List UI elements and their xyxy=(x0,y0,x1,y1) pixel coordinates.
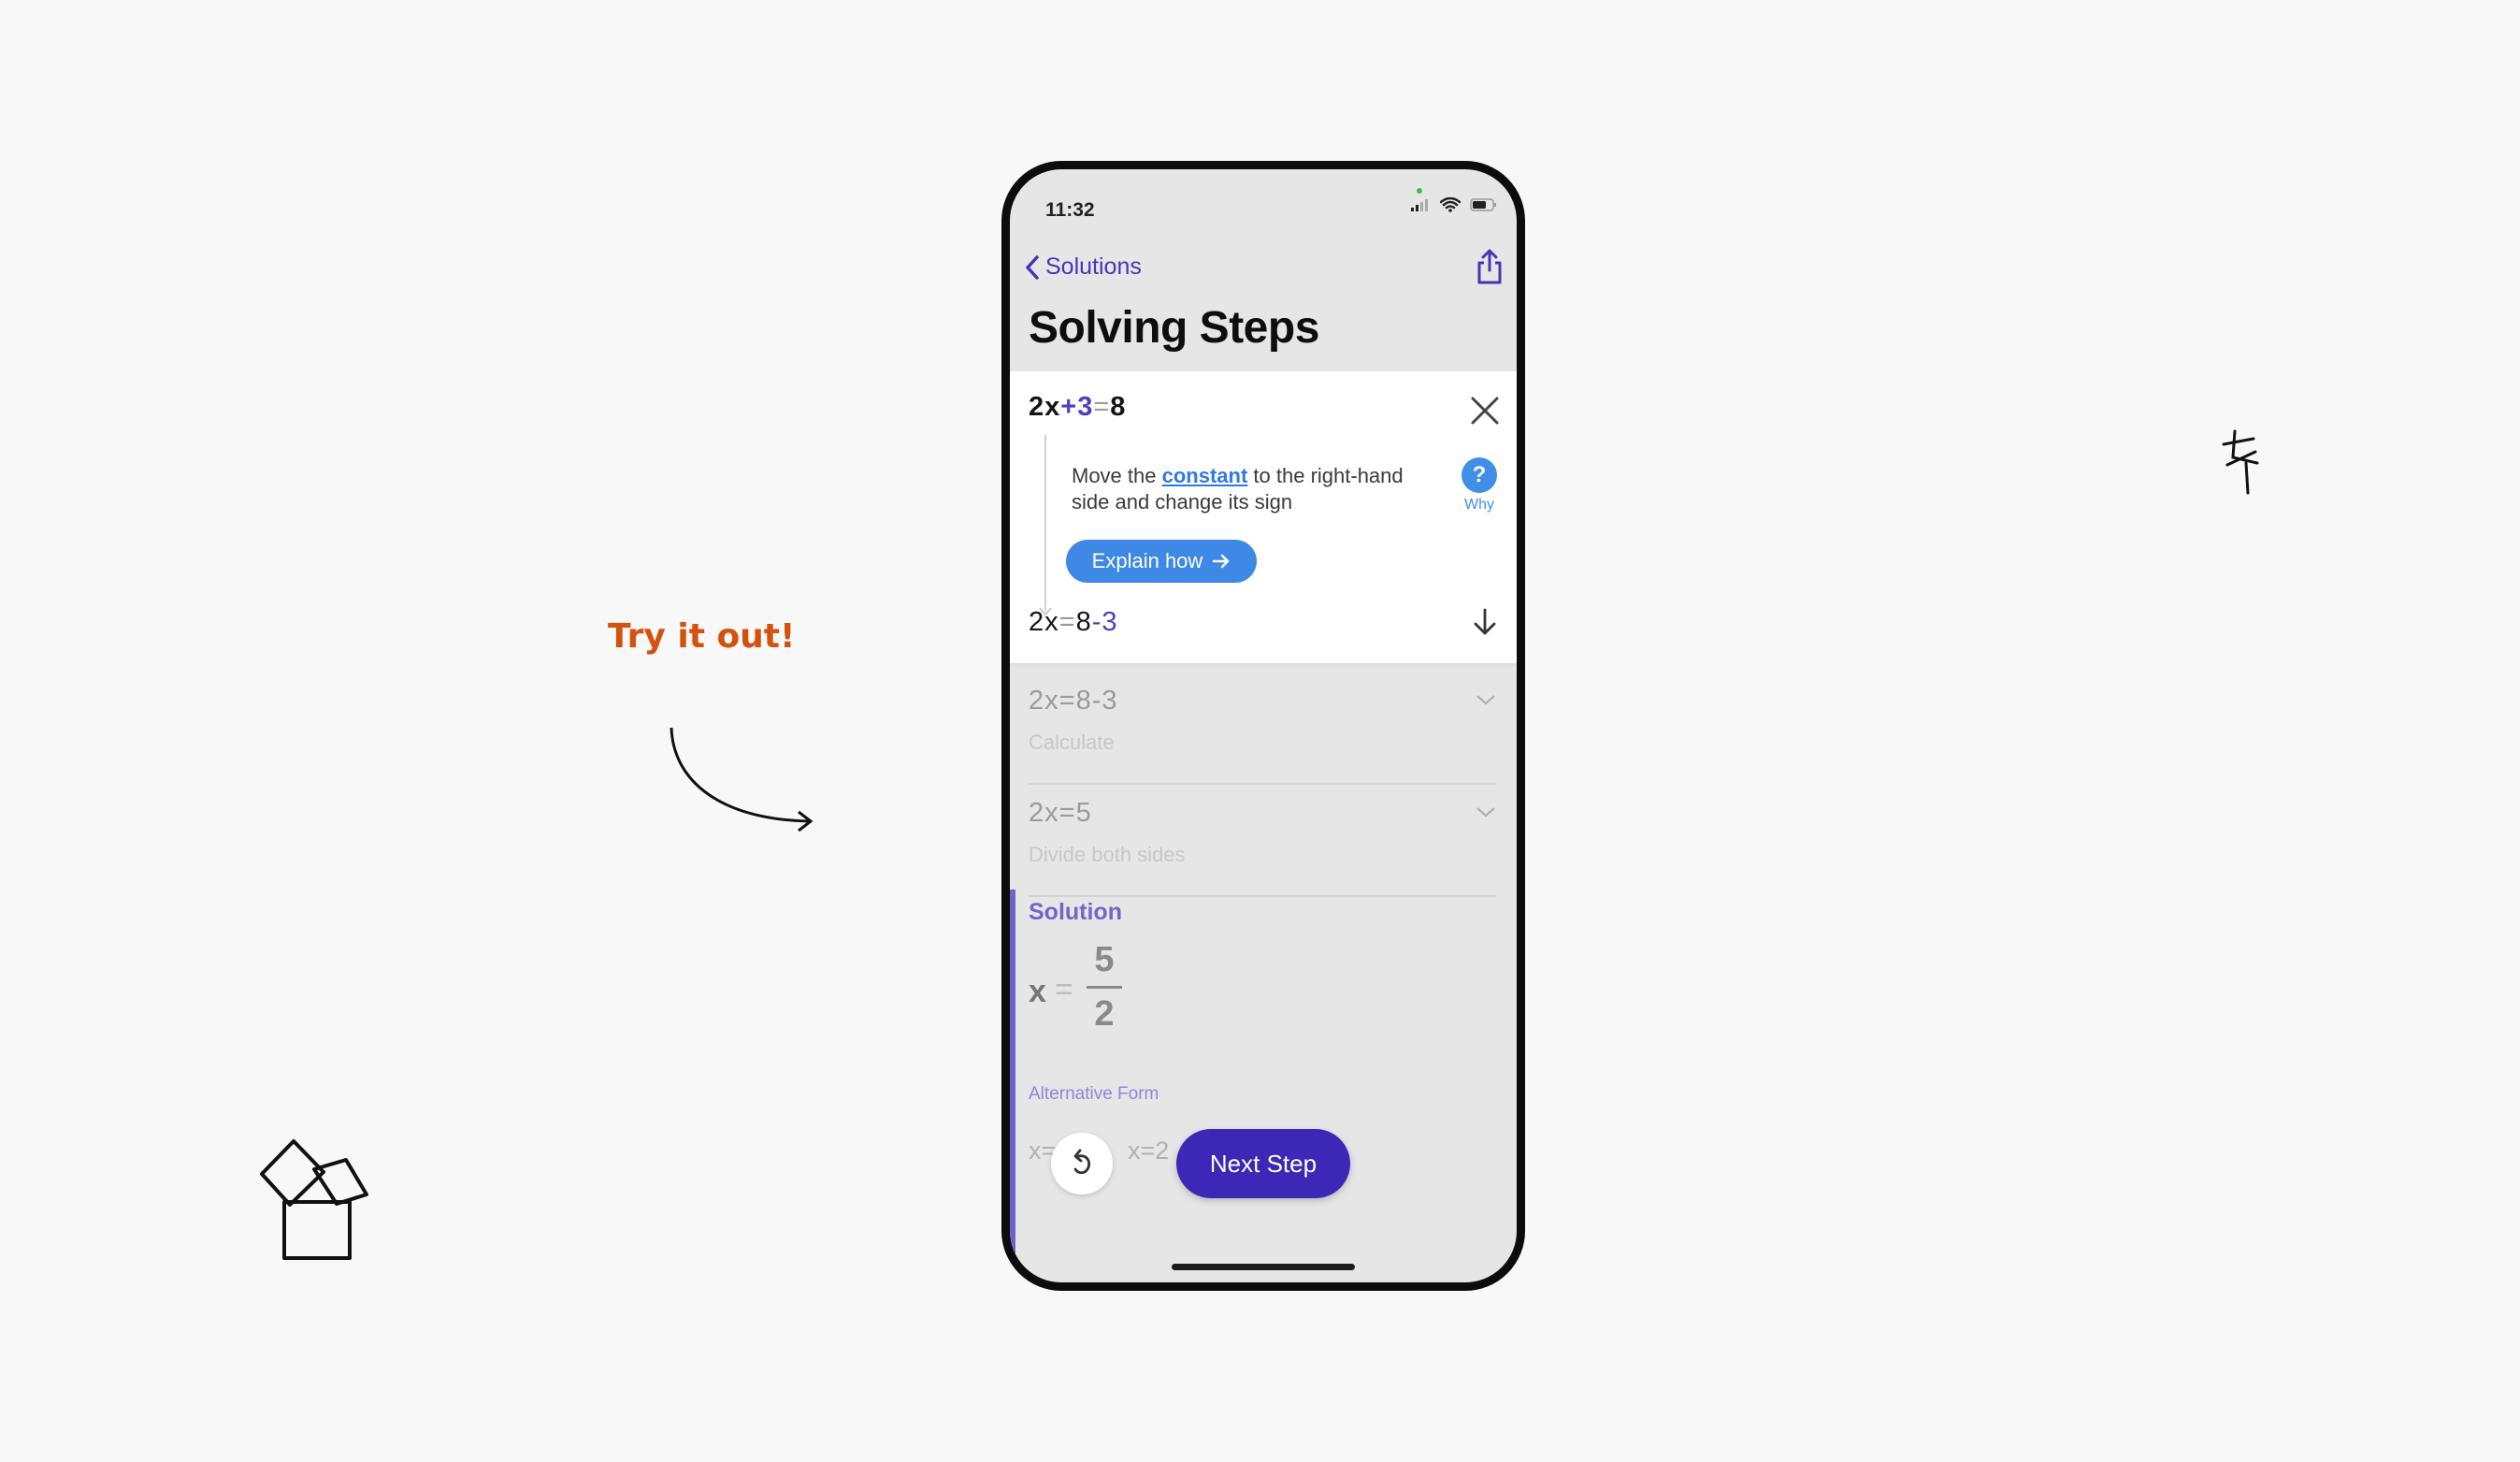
signal-icon xyxy=(1411,199,1428,211)
step-equation-bottom: 2x=8-3 xyxy=(1029,607,1118,637)
status-time: 11:32 xyxy=(1045,199,1095,221)
step-row-equation: 2x=5 xyxy=(1029,798,1092,828)
step-row-equation: 2x=8-3 xyxy=(1029,686,1118,716)
fraction-numerator: 5 xyxy=(1094,940,1115,979)
solution-label: Solution xyxy=(1029,899,1122,925)
curved-arrow-doodle xyxy=(670,727,814,832)
step-row[interactable]: 2x=5 Divide both sides xyxy=(1029,783,1496,897)
undo-button[interactable] xyxy=(1051,1133,1113,1194)
next-step-button[interactable]: Next Step xyxy=(1176,1129,1350,1198)
undo-icon xyxy=(1073,1149,1091,1175)
phone-frame: 11:32 Solutions Solving Steps 2x+3=8 Mov… xyxy=(1001,161,1525,1291)
share-icon[interactable] xyxy=(1474,248,1505,285)
fraction-denominator: 2 xyxy=(1094,994,1115,1034)
why-button[interactable]: ? Why xyxy=(1461,457,1498,514)
fraction-bar xyxy=(1087,986,1122,989)
explain-how-label: Explain how xyxy=(1091,549,1203,572)
solution-section: Solution x = 5 2 Alternative Form x= x=2 xyxy=(1010,890,1517,1264)
try-it-out-label: Try it out! xyxy=(608,617,796,656)
arrow-right-icon xyxy=(1213,554,1230,569)
step-equation-top: 2x+3=8 xyxy=(1029,392,1127,422)
page-title: Solving Steps xyxy=(1029,303,1319,353)
explain-how-button[interactable]: Explain how xyxy=(1066,540,1257,583)
solution-fraction: 5 2 xyxy=(1087,940,1122,1035)
back-button[interactable]: Solutions xyxy=(1025,253,1142,281)
chevron-down-icon xyxy=(1476,695,1495,705)
question-icon: ? xyxy=(1462,457,1497,493)
pythagoras-squares-doodle xyxy=(260,1139,368,1260)
step-connector-line xyxy=(1044,435,1046,611)
math-glyph-doodle xyxy=(2222,429,2259,495)
alternative-form-label: Alternative Form xyxy=(1029,1084,1159,1104)
step-row[interactable]: 2x=8-3 Calculate xyxy=(1029,671,1496,785)
constant-link[interactable]: constant xyxy=(1162,464,1248,487)
step-description: Move the constant to the right-hand side… xyxy=(1072,464,1404,514)
back-label: Solutions xyxy=(1045,253,1142,280)
step-row-caption: Divide both sides xyxy=(1029,843,1186,866)
step-row-caption: Calculate xyxy=(1029,731,1115,754)
battery-icon xyxy=(1470,198,1496,211)
why-label: Why xyxy=(1464,497,1494,513)
status-bar: 11:32 xyxy=(1010,169,1517,235)
chevron-down-icon xyxy=(1476,807,1495,818)
wifi-icon xyxy=(1440,197,1461,212)
arrow-down-icon[interactable] xyxy=(1472,607,1498,637)
solution-equals: = xyxy=(1055,972,1073,1007)
navigation-bar: Solutions xyxy=(1010,249,1517,300)
camera-indicator-dot xyxy=(1417,188,1422,194)
alternative-form-value: x=2 xyxy=(1128,1136,1170,1165)
solution-variable: x xyxy=(1029,974,1046,1009)
current-step-card: 2x+3=8 Move the constant to the right-ha… xyxy=(1010,371,1517,663)
close-icon[interactable] xyxy=(1470,396,1500,426)
home-indicator[interactable] xyxy=(1172,1264,1355,1270)
chevron-left-icon xyxy=(1026,254,1039,280)
